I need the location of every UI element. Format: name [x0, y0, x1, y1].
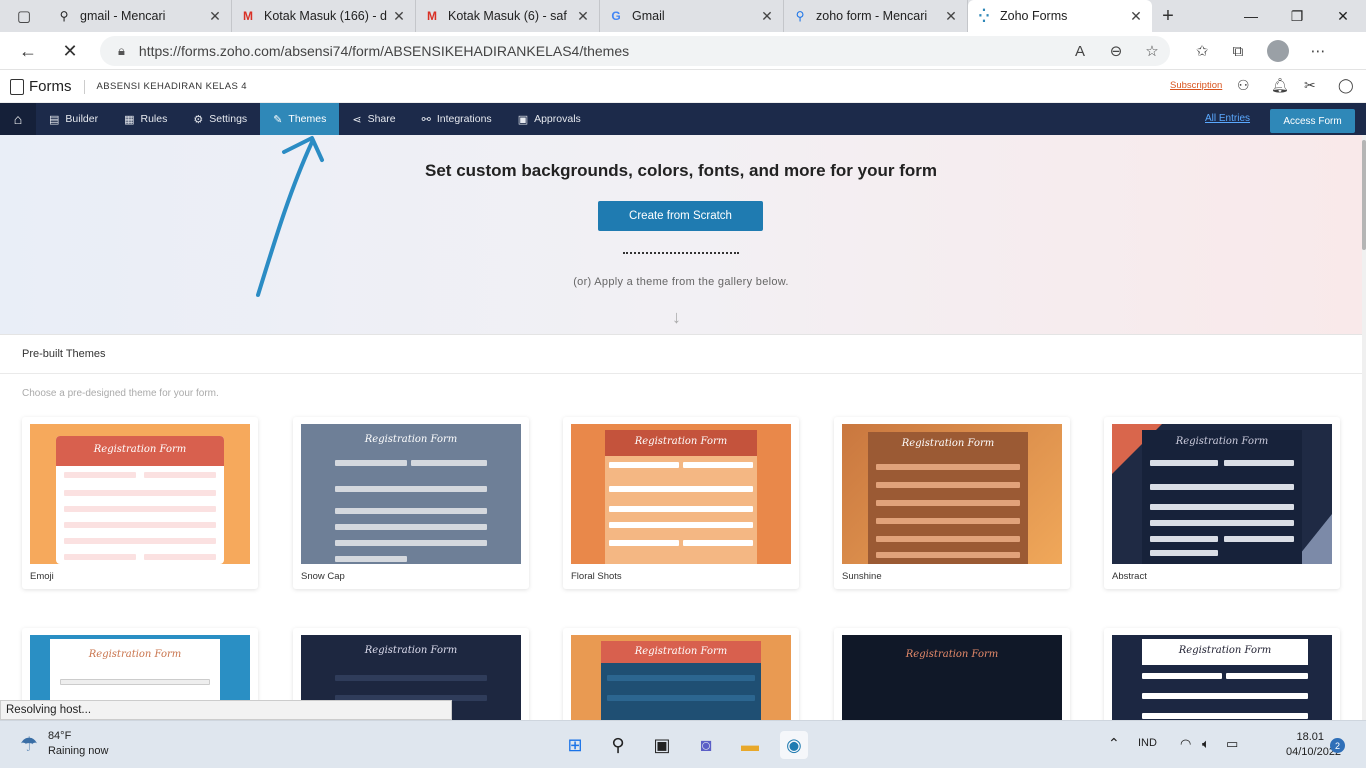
theme-name: Emoji: [30, 571, 54, 582]
battery-icon[interactable]: ▭: [1226, 736, 1238, 752]
theme-preview: Registration Form: [30, 424, 250, 564]
preview-title: Registration Form: [93, 444, 187, 455]
preview-form: Registration Form: [1142, 430, 1302, 564]
search-icon[interactable]: ⚲: [604, 731, 632, 759]
weather-text: Raining now: [47, 745, 109, 757]
wifi-icon[interactable]: ◠: [1180, 736, 1191, 752]
preview-header: Registration Form: [1142, 639, 1308, 665]
windows-start-icon[interactable]: ⊞: [561, 731, 589, 759]
preview-title: Registration Form: [1178, 645, 1272, 656]
theme-name: Snow Cap: [301, 571, 345, 582]
preview-form: Registration Form: [601, 641, 761, 728]
theme-preview: Registration Form: [301, 424, 521, 564]
theme-name: Abstract: [1112, 571, 1147, 582]
scrollbar-thumb[interactable]: [1362, 140, 1366, 250]
preview-title: Registration Form: [634, 436, 728, 447]
theme-card-sunshine[interactable]: Registration Form Sunshine: [834, 417, 1070, 589]
preview-title: Registration Form: [901, 438, 995, 449]
prebuilt-themes-title: Pre-built Themes: [22, 348, 106, 360]
volume-icon[interactable]: 🔈︎: [1202, 736, 1210, 752]
preview-title: Registration Form: [88, 649, 182, 660]
theme-preview: Registration Form: [1112, 635, 1332, 728]
theme-card[interactable]: Registration Form: [1104, 628, 1340, 728]
theme-card-floral-shots[interactable]: Registration Form Floral Shots: [563, 417, 799, 589]
weather-widget[interactable]: ☂ 84°F Raining now: [20, 729, 108, 759]
theme-preview: Registration Form: [842, 424, 1062, 564]
screen: ▢ ⚲ gmail - Mencari ✕ M Kotak Masuk (166…: [0, 0, 1366, 768]
preview-form: Registration Form: [56, 436, 224, 564]
theme-card-snow-cap[interactable]: Registration Form Snow Cap: [293, 417, 529, 589]
preview-title: Registration Form: [364, 645, 458, 656]
preview-title: Registration Form: [364, 434, 458, 445]
clock[interactable]: 18.01 04/10/2022: [1286, 730, 1342, 760]
theme-card[interactable]: Registration Form: [834, 628, 1070, 728]
theme-preview: Registration Form: [1112, 424, 1332, 564]
preview-title: Registration Form: [1175, 436, 1269, 447]
theme-preview: Registration Form: [571, 635, 791, 728]
rain-umbrella-icon: ☂: [20, 733, 38, 756]
preview-form: Registration Form: [868, 432, 1028, 564]
theme-preview: Registration Form: [842, 635, 1062, 728]
task-view-icon[interactable]: ▣: [648, 731, 676, 759]
clock-time: 18.01: [1296, 731, 1324, 743]
language-indicator[interactable]: IND: [1138, 737, 1157, 749]
chat-icon[interactable]: ◙: [692, 731, 720, 759]
theme-card-emoji[interactable]: Registration Form Emoji: [22, 417, 258, 589]
theme-name: Floral Shots: [571, 571, 622, 582]
prebuilt-themes-subtitle: Choose a pre-designed theme for your for…: [22, 388, 219, 399]
preview-form: Registration Form: [605, 430, 757, 564]
browser-status-bar: Resolving host...: [0, 700, 452, 720]
theme-card[interactable]: Registration Form: [563, 628, 799, 728]
divider: [0, 373, 1362, 374]
preview-title: Registration Form: [634, 646, 728, 657]
clock-date: 04/10/2022: [1286, 746, 1342, 758]
notification-badge[interactable]: 2: [1330, 738, 1345, 753]
file-explorer-icon[interactable]: ▬: [736, 731, 764, 759]
theme-preview: Registration Form: [571, 424, 791, 564]
theme-card-abstract[interactable]: Registration Form Abstract: [1104, 417, 1340, 589]
edge-browser-icon[interactable]: ◉: [780, 731, 808, 759]
windows-taskbar: ☂ 84°F Raining now ⊞ ⚲ ▣ ◙ ▬ ◉ ⌃ IND ◠ 🔈…: [0, 720, 1366, 768]
weather-temp: 84°F: [47, 730, 72, 742]
chevron-up-icon[interactable]: ⌃: [1108, 735, 1120, 752]
theme-name: Sunshine: [842, 571, 882, 582]
preview-title: Registration Form: [905, 649, 999, 660]
